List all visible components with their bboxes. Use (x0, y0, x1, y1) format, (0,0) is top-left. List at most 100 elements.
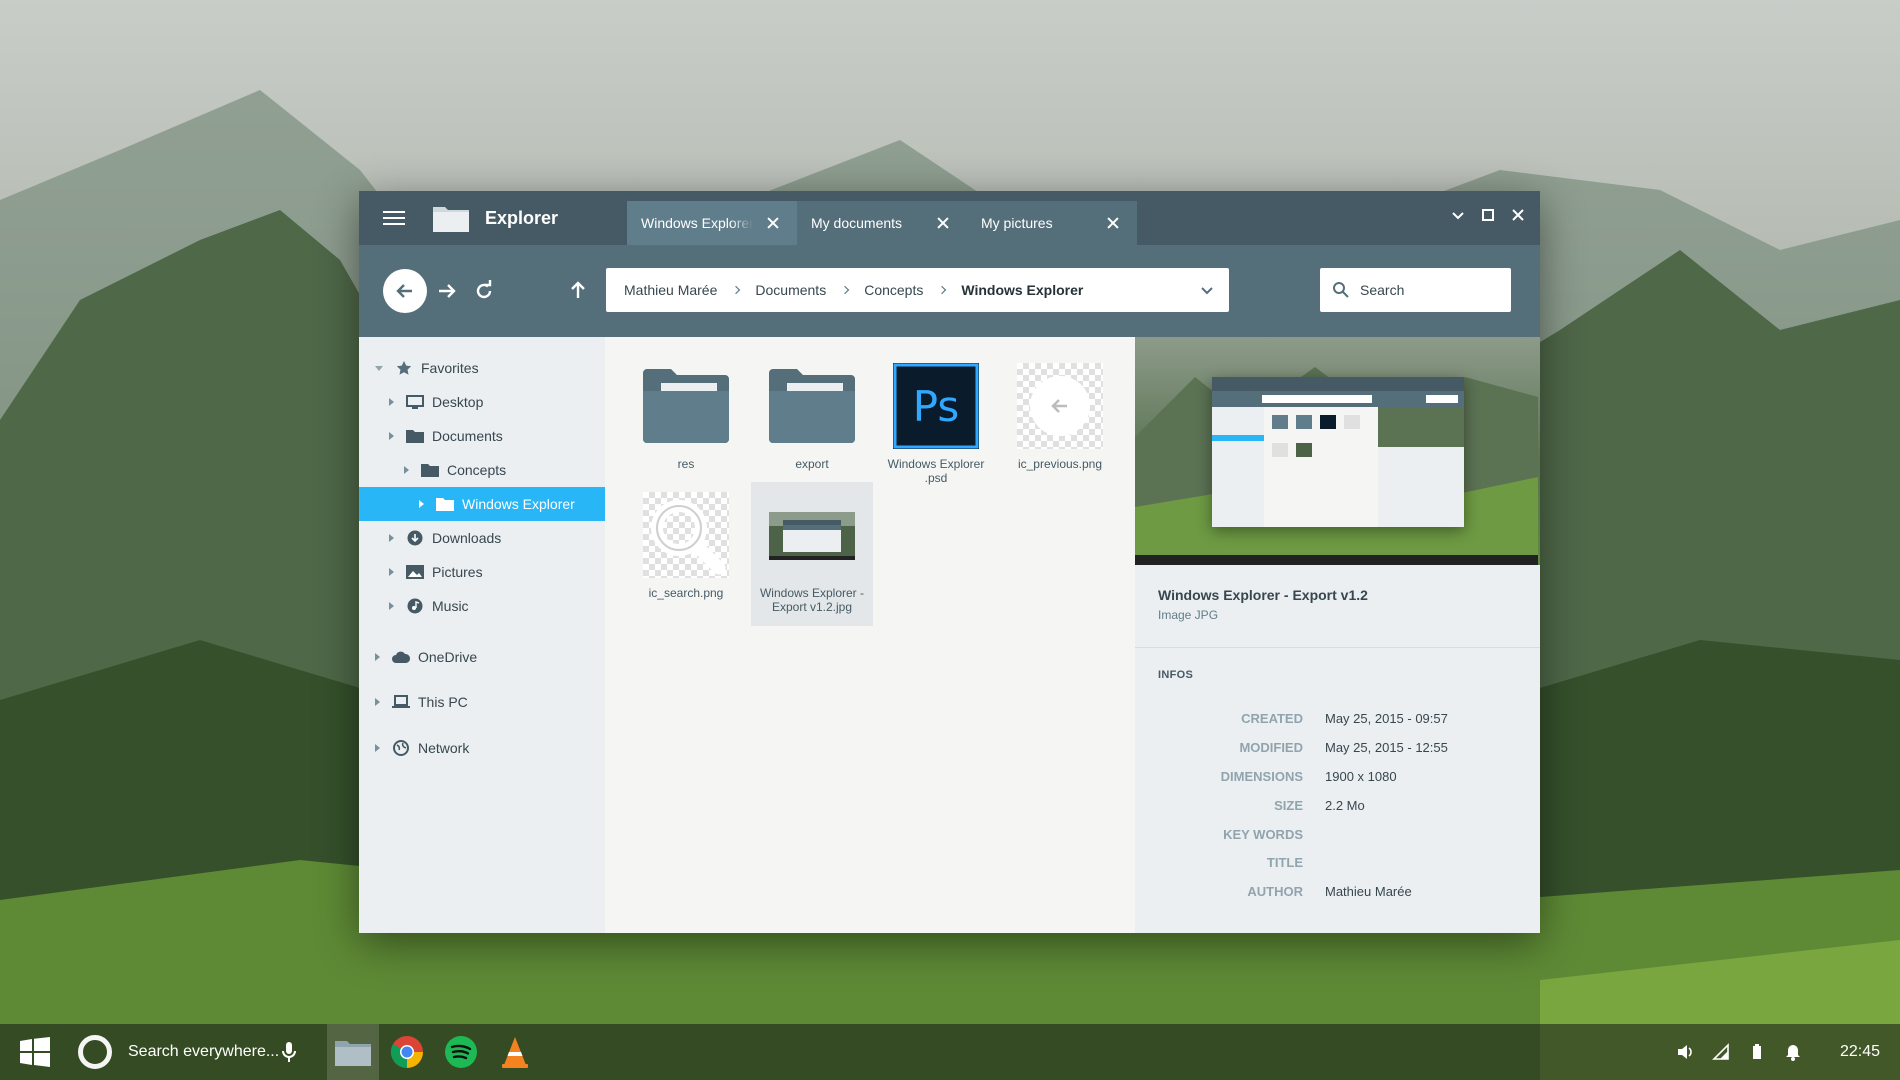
taskbar-search-input[interactable]: Search everywhere... (128, 1043, 279, 1061)
expand-arrow-icon[interactable] (389, 534, 394, 542)
sidebar-item-label: Favorites (421, 360, 479, 376)
tab-label: My documents (811, 215, 903, 231)
music-icon (406, 597, 424, 615)
tab-my-documents[interactable]: My documents (797, 201, 967, 245)
sidebar-item-label: Desktop (432, 394, 484, 410)
file-item-psd[interactable]: Ps Windows Explorer .psd (875, 363, 997, 485)
info-row-modified: MODIFIED May 25, 2015 - 12:55 (1135, 740, 1465, 760)
close-tab-icon[interactable] (933, 213, 953, 233)
breadcrumb-current[interactable]: Windows Explorer (961, 282, 1083, 298)
address-dropdown-button[interactable] (1199, 282, 1215, 298)
expand-arrow-icon[interactable] (389, 432, 394, 440)
info-key: AUTHOR (1247, 884, 1303, 899)
sidebar-item-pictures[interactable]: Pictures (359, 555, 605, 589)
start-button[interactable] (0, 1024, 70, 1080)
vlc-taskbar-button[interactable] (489, 1024, 541, 1080)
forward-button[interactable] (435, 279, 459, 303)
sidebar-item-music[interactable]: Music (359, 589, 605, 623)
expand-arrow-icon[interactable] (404, 466, 409, 474)
sidebar-item-label: Pictures (432, 564, 483, 580)
sidebar-item-onedrive[interactable]: OneDrive (359, 635, 605, 679)
breadcrumb-item[interactable]: Concepts (864, 282, 923, 298)
tab-label: Windows Explorer (641, 215, 753, 231)
chevron-right-icon (840, 285, 850, 295)
close-tab-icon[interactable] (763, 213, 783, 233)
chrome-taskbar-button[interactable] (381, 1024, 433, 1080)
sidebar-item-this-pc[interactable]: This PC (359, 679, 605, 725)
file-grid: res export Ps Windows Explorer .psd ic_p… (605, 337, 1135, 933)
file-item-png[interactable]: ic_search.png (625, 492, 747, 600)
minimize-button[interactable] (1448, 205, 1468, 225)
infos-heading: INFOS (1158, 669, 1194, 681)
expand-arrow-icon[interactable] (375, 653, 380, 661)
expand-arrow-icon[interactable] (389, 398, 394, 406)
spotify-taskbar-button[interactable] (435, 1024, 487, 1080)
tab-label: My pictures (981, 215, 1053, 231)
explorer-window: Explorer Windows Explorer My documents M… (359, 191, 1540, 933)
expand-arrow-icon[interactable] (375, 365, 383, 371)
tab-my-pictures[interactable]: My pictures (967, 201, 1137, 245)
info-value: Mathieu Marée (1325, 884, 1412, 899)
preview-image (1135, 337, 1540, 565)
info-key: DIMENSIONS (1220, 769, 1303, 784)
clock[interactable]: 22:45 (1840, 1043, 1880, 1061)
tab-windows-explorer[interactable]: Windows Explorer (627, 201, 797, 245)
expand-arrow-icon[interactable] (419, 500, 424, 508)
image-icon (406, 563, 424, 581)
file-item-folder[interactable]: export (751, 363, 873, 471)
preview-screenshot (1212, 377, 1464, 527)
breadcrumb-item[interactable]: Mathieu Marée (624, 282, 717, 298)
maximize-button[interactable] (1478, 205, 1498, 225)
laptop-icon (392, 693, 410, 711)
chevron-down-icon (1201, 287, 1213, 295)
info-row-size: SIZE 2.2 Mo (1135, 798, 1465, 818)
preview-pane: Windows Explorer - Export v1.2 Image JPG… (1135, 337, 1540, 933)
file-name: ic_previous.png (1017, 457, 1103, 471)
back-button[interactable] (383, 269, 427, 313)
sidebar-item-label: Concepts (447, 462, 507, 478)
info-value: 2.2 Mo (1325, 798, 1365, 813)
expand-arrow-icon[interactable] (375, 744, 380, 752)
system-tray: 22:45 (1676, 1024, 1880, 1080)
cortana-icon[interactable] (78, 1035, 112, 1069)
sidebar-item-downloads[interactable]: Downloads (359, 521, 605, 555)
sidebar-item-label: Network (418, 740, 470, 756)
up-button[interactable] (566, 278, 590, 302)
previous-image-thumbnail (1017, 363, 1103, 449)
file-item-folder[interactable]: res (625, 363, 747, 471)
sidebar-item-network[interactable]: Network (359, 725, 605, 771)
refresh-icon (476, 280, 492, 299)
search-input[interactable]: Search (1320, 268, 1511, 312)
hamburger-menu-button[interactable] (359, 191, 429, 245)
expand-arrow-icon[interactable] (389, 568, 394, 576)
signal-icon[interactable] (1712, 1043, 1730, 1061)
sidebar-item-label: Downloads (432, 530, 502, 546)
expand-arrow-icon[interactable] (375, 698, 380, 706)
close-tab-icon[interactable] (1103, 213, 1123, 233)
microphone-icon[interactable] (279, 1040, 299, 1064)
battery-icon[interactable] (1748, 1043, 1766, 1061)
notification-bell-icon[interactable] (1784, 1043, 1802, 1061)
folder-icon (421, 461, 439, 479)
cloud-icon (392, 648, 410, 666)
breadcrumb-item[interactable]: Documents (755, 282, 826, 298)
volume-icon[interactable] (1676, 1043, 1694, 1061)
sidebar-item-windows-explorer[interactable]: Windows Explorer (359, 487, 605, 521)
sidebar-item-documents[interactable]: Documents (359, 419, 605, 453)
explorer-taskbar-button[interactable] (327, 1024, 379, 1080)
search-icon (1333, 282, 1349, 298)
close-window-button[interactable] (1508, 205, 1528, 225)
sidebar-item-favorites[interactable]: Favorites (359, 351, 605, 385)
expand-arrow-icon[interactable] (389, 602, 394, 610)
info-row-keywords: KEY WORDS (1135, 827, 1465, 847)
folder-icon (406, 427, 424, 445)
file-item-png[interactable]: ic_previous.png (999, 363, 1121, 471)
sidebar-item-desktop[interactable]: Desktop (359, 385, 605, 419)
file-item-jpg-selected[interactable]: Windows Explorer - Export v1.2.jpg (751, 482, 873, 626)
sidebar-item-concepts[interactable]: Concepts (359, 453, 605, 487)
refresh-button[interactable] (472, 279, 496, 303)
chevron-right-icon (732, 285, 741, 295)
info-value: May 25, 2015 - 12:55 (1325, 740, 1448, 755)
folder-icon (769, 363, 855, 449)
address-bar[interactable]: Mathieu Marée Documents Concepts Windows… (606, 268, 1229, 312)
